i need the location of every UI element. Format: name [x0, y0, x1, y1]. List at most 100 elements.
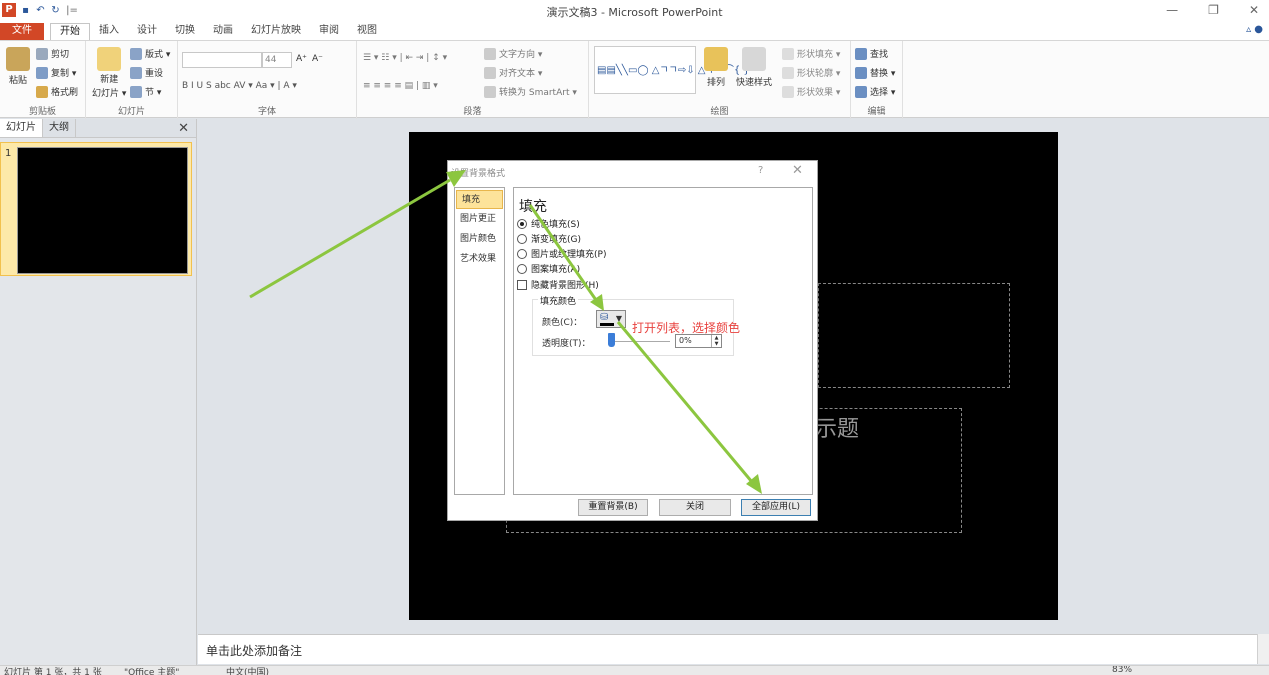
replace-icon — [855, 66, 867, 79]
tab-outline[interactable]: 大纲 — [43, 119, 76, 137]
shrink-font-button[interactable]: A⁻ — [312, 54, 323, 64]
dialog-title: 设置背景格式 — [451, 169, 506, 179]
smartart-button[interactable]: 转换为 SmartArt ▾ — [484, 85, 577, 98]
nav-picture-color[interactable]: 图片颜色 — [455, 230, 504, 249]
cut-button[interactable]: 剪切 — [36, 47, 69, 60]
editing-group: 查找 替换 ▾ 选择 ▾ 编辑 — [851, 41, 903, 119]
font-name-box[interactable] — [182, 52, 262, 68]
theme-status: "Office 主题" — [124, 668, 180, 675]
color-picker-button[interactable]: ⛁ ▼ — [596, 310, 626, 328]
ribbon: 粘贴 剪切 复制 ▾ 格式刷 剪贴板 新建 幻灯片 ▾ 版式 ▾ 重设 节 ▾ … — [0, 40, 1269, 119]
shape-fill-button[interactable]: 形状填充 ▾ — [782, 47, 840, 60]
dialog-nav: 填充 图片更正 图片颜色 艺术效果 — [454, 187, 505, 495]
scissors-icon — [36, 47, 48, 60]
pattern-fill-option[interactable]: 图案填充(A) — [517, 262, 580, 275]
help-icon[interactable]: ▵ ● — [1246, 24, 1263, 35]
text-direction-icon — [484, 47, 496, 60]
annotation-text: 打开列表，选择颜色 — [632, 321, 741, 335]
quick-styles-button[interactable]: 快速样式 — [736, 47, 772, 88]
text-direction-button[interactable]: 文字方向 ▾ — [484, 47, 542, 60]
new-slide-button[interactable]: 新建 幻灯片 ▾ — [92, 47, 126, 99]
dialog-close-icon[interactable]: ✕ — [792, 163, 803, 178]
transparency-spinner[interactable]: 0% ▲ ▼ — [675, 334, 722, 348]
tab-file[interactable]: 文件 — [0, 23, 44, 40]
brush-icon — [36, 85, 48, 98]
nav-picture-corrections[interactable]: 图片更正 — [455, 210, 504, 229]
tab-home[interactable]: 开始 — [50, 23, 90, 40]
select-button[interactable]: 选择 ▾ — [855, 85, 895, 98]
smartart-icon — [484, 85, 496, 98]
solid-fill-option[interactable]: 纯色填充(S) — [517, 217, 580, 230]
transparency-slider-track[interactable] — [610, 341, 670, 342]
color-swatch — [600, 323, 614, 326]
minimize-button[interactable]: — — [1166, 3, 1178, 17]
language-status[interactable]: 中文(中国) — [226, 666, 269, 675]
slide-count-status: 幻灯片 第 1 张，共 1 张 — [4, 668, 102, 675]
reset-background-button[interactable]: 重置背景(B) — [578, 499, 648, 516]
nav-artistic-effects[interactable]: 艺术效果 — [455, 250, 504, 269]
fill-heading: 填充 — [519, 199, 547, 215]
replace-button[interactable]: 替换 ▾ — [855, 66, 895, 79]
spinner-arrows-icon[interactable]: ▲ ▼ — [711, 335, 721, 347]
paint-bucket-icon: ⛁ — [600, 312, 609, 323]
title-placeholder[interactable] — [818, 283, 1010, 388]
ribbon-tabs: 文件 开始 插入 设计 切换 动画 幻灯片放映 审阅 视图 ▵ ● — [0, 22, 1269, 40]
picture-fill-option[interactable]: 图片或纹理填充(P) — [517, 247, 606, 260]
pane-close-icon[interactable]: ✕ — [178, 121, 189, 136]
font-format-row[interactable]: B I U S abc AV ▾ Aa ▾ | A ▾ — [182, 81, 297, 91]
subtitle-text: 示题 — [815, 417, 860, 442]
align-buttons[interactable]: ≡ ≡ ≡ ≡ ▤ | ▥ ▾ — [363, 81, 438, 91]
tab-view[interactable]: 视图 — [348, 23, 386, 40]
tab-slideshow[interactable]: 幻灯片放映 — [242, 23, 310, 40]
radio-icon — [517, 248, 527, 259]
transparency-slider-thumb[interactable] — [608, 333, 615, 347]
title-bar: P ▪ ↶ ↻ |= 演示文稿3 - Microsoft PowerPoint … — [0, 0, 1269, 22]
hide-background-graphics-checkbox[interactable]: 隐藏背景图形(H) — [517, 278, 599, 291]
zoom-level[interactable]: 83% — [1112, 666, 1132, 675]
notes-pane[interactable]: 单击此处添加备注 — [198, 634, 1257, 664]
list-buttons[interactable]: ☰ ▾ ☷ ▾ | ⇤ ⇥ | ↕ ▾ — [363, 53, 447, 63]
tab-transitions[interactable]: 切换 — [166, 23, 204, 40]
radio-icon — [517, 233, 527, 244]
checkbox-icon — [517, 279, 527, 290]
notes-scrollbar[interactable] — [1257, 634, 1269, 664]
close-button[interactable]: 关闭 — [659, 499, 731, 516]
section-button[interactable]: 节 ▾ — [130, 85, 161, 98]
restore-button[interactable]: ❐ — [1208, 3, 1219, 17]
tab-animations[interactable]: 动画 — [204, 23, 242, 40]
grow-font-button[interactable]: A⁺ — [296, 54, 307, 64]
arrange-button[interactable]: 排列 — [704, 47, 728, 88]
slides-group-label: 幻灯片 — [117, 107, 145, 117]
tab-slides[interactable]: 幻灯片 — [0, 119, 43, 137]
close-window-button[interactable]: ✕ — [1249, 3, 1259, 17]
new-slide-icon — [97, 47, 122, 71]
gradient-fill-option[interactable]: 渐变填充(G) — [517, 232, 581, 245]
apply-to-all-button[interactable]: 全部应用(L) — [741, 499, 811, 516]
format-background-dialog: 设置背景格式 ? ✕ 填充 图片更正 图片颜色 艺术效果 填充 纯色填充(S) … — [447, 160, 818, 521]
slide-thumbnail-item[interactable]: 1 — [0, 142, 192, 276]
fill-color-group-label: 填充颜色 — [538, 294, 579, 307]
shapes-gallery[interactable]: ▤▤╲╲▭◯ △ㄱㄱ⇨⇩ △↰⌒⌒{ } — [594, 46, 750, 94]
transparency-label: 透明度(T)： — [542, 339, 591, 349]
font-size-box[interactable]: 44 — [262, 52, 292, 68]
paragraph-group-label: 段落 — [463, 107, 482, 117]
align-text-button[interactable]: 对齐文本 ▾ — [484, 66, 542, 79]
dialog-help-icon[interactable]: ? — [758, 165, 763, 176]
fill-panel: 填充 纯色填充(S) 渐变填充(G) 图片或纹理填充(P) 图案填充(A) 隐藏… — [513, 187, 813, 495]
shape-outline-button[interactable]: 形状轮廓 ▾ — [782, 66, 840, 79]
align-text-icon — [484, 66, 496, 79]
format-painter-button[interactable]: 格式刷 — [36, 85, 78, 98]
tab-design[interactable]: 设计 — [128, 23, 166, 40]
reset-button[interactable]: 重设 — [130, 66, 163, 79]
shape-effects-button[interactable]: 形状效果 ▾ — [782, 85, 840, 98]
copy-button[interactable]: 复制 ▾ — [36, 66, 76, 79]
font-group-label: 字体 — [257, 107, 276, 117]
tab-insert[interactable]: 插入 — [90, 23, 128, 40]
nav-fill[interactable]: 填充 — [456, 190, 503, 209]
slide-thumbnail[interactable] — [17, 147, 188, 274]
binoculars-icon — [855, 47, 867, 60]
tab-review[interactable]: 审阅 — [310, 23, 348, 40]
find-button[interactable]: 查找 — [855, 47, 888, 60]
layout-button[interactable]: 版式 ▾ — [130, 47, 170, 60]
paste-button[interactable]: 粘贴 — [6, 47, 30, 86]
